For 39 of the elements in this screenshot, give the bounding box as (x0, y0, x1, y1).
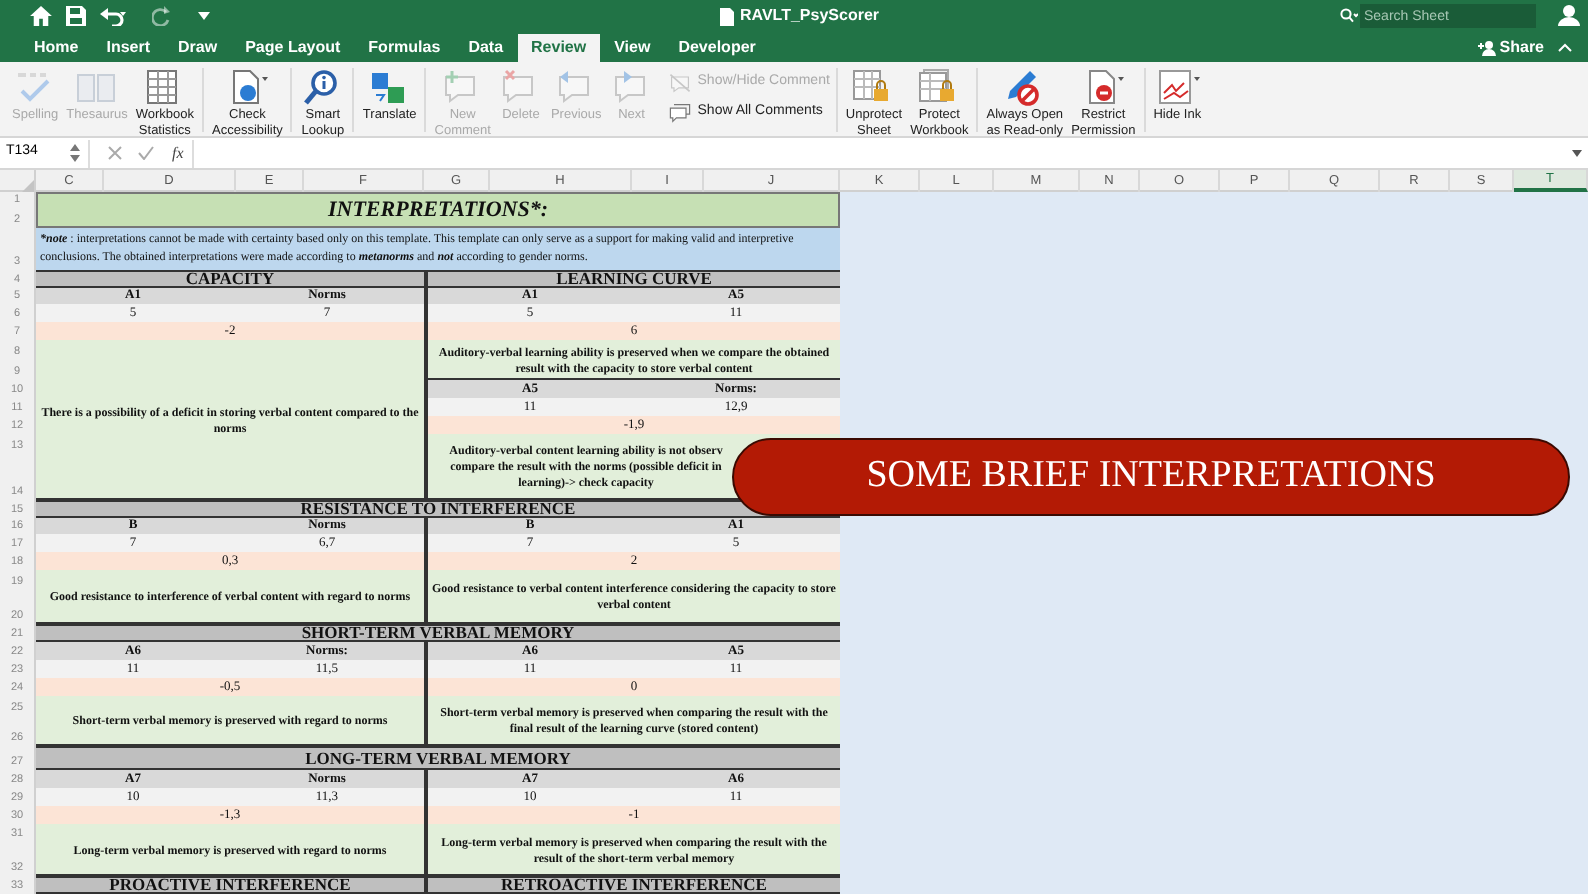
document-icon (720, 7, 734, 25)
book-icon (75, 68, 119, 106)
section-header: SHORT-TERM VERBAL MEMORY (36, 624, 840, 642)
save-icon (66, 6, 86, 26)
collapse-caret-icon (1558, 42, 1572, 52)
redo-icon (152, 6, 172, 26)
ribbon-tab[interactable]: Draw (164, 34, 232, 62)
ribbon-tab[interactable]: Home (20, 34, 93, 62)
section-header: CAPACITY (36, 270, 424, 288)
ribbon-tab[interactable]: Insert (92, 34, 165, 62)
section-header: LONG-TERM VERBAL MEMORY (36, 746, 840, 770)
expand-caret-icon (1572, 149, 1582, 157)
banner: SOME BRIEF INTERPRETATIONS (732, 438, 1570, 516)
ribbon-tab[interactable]: Data (454, 34, 518, 62)
formula-field[interactable] (191, 139, 1588, 167)
home-icon (30, 6, 52, 26)
customize-caret-icon (198, 11, 210, 21)
comments-icon (667, 101, 692, 123)
sheet-title: INTERPRETATIONS*: (36, 192, 840, 228)
function-label: fx (172, 141, 184, 165)
ribbon-tab[interactable]: Review (517, 34, 601, 62)
stepper-icon (70, 144, 80, 162)
section-header: RETROACTIVE INTERFERENCE (424, 876, 840, 894)
section-header: LEARNING CURVE (424, 270, 840, 288)
user-icon (1558, 4, 1580, 26)
ribbon-tab[interactable]: View (600, 34, 665, 62)
ribbon-tab[interactable]: Page Layout (231, 34, 355, 62)
cancel-icon (108, 146, 122, 160)
comment-slash-icon (667, 71, 692, 93)
window-title: RAVLT_PsyScorer (740, 4, 880, 28)
add-person-icon (1477, 40, 1496, 56)
share-button[interactable]: Share (1477, 36, 1544, 60)
ribbon-tab[interactable]: Developer (664, 34, 770, 62)
ink-icon (1155, 68, 1200, 106)
section-header: PROACTIVE INTERFERENCE (36, 876, 424, 894)
ribbon-tab[interactable]: Formulas (354, 34, 455, 62)
search-icon (1340, 8, 1358, 24)
enter-icon (138, 146, 154, 160)
undo-icon (100, 6, 126, 26)
